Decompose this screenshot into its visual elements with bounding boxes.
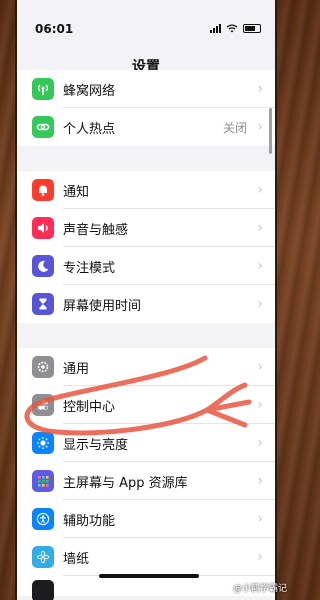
annotation-arrow [24, 355, 252, 436]
watermark: @小鹤学霸记 [232, 584, 287, 594]
settings-screen: 06:01 设置 蜂窝网络 › 个人热点 关闭 › 通知 › 声音与触感 › 专… [15, 0, 277, 600]
